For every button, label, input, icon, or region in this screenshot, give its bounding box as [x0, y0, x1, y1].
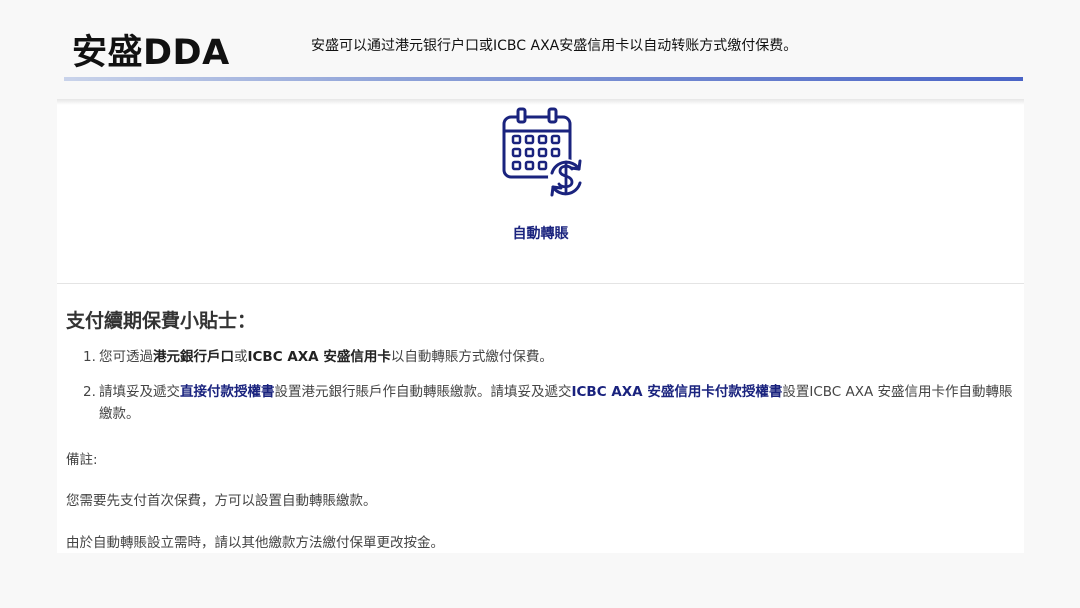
tips-heading: 支付續期保費小貼士：	[66, 310, 257, 332]
tip-bold-hkd-account: 港元銀行戶口	[153, 349, 234, 365]
tips-list: 1. 您可透過港元銀行戶口或ICBC AXA 安盛信用卡以自動轉賬方式繳付保費。…	[83, 346, 1023, 425]
tip-item-2: 2. 請填妥及遞交直接付款授權書設置港元銀行賬戶作自動轉賬繳款。請填妥及遞交IC…	[83, 381, 1023, 425]
tip-text: 以自動轉賬方式繳付保費。	[390, 349, 553, 365]
notes-label: 備註:	[66, 452, 98, 468]
slide-title: 安盛DDA	[72, 33, 230, 73]
tip-number: 1.	[83, 349, 96, 365]
calendar-dollar-autopay-icon	[499, 105, 589, 197]
note-deposit: 由於自動轉賬設立需時，請以其他繳款方法繳付保單更改按金。	[66, 535, 444, 551]
tip-bold-credit-card: ICBC AXA 安盛信用卡	[247, 349, 391, 365]
tip-text: 設置港元銀行賬戶作自動轉賬繳款。請填妥及遞交	[274, 384, 572, 400]
title-underline	[64, 77, 1023, 81]
section-divider	[57, 283, 1024, 284]
tip-text: 或	[234, 349, 248, 365]
embedded-webpage-screenshot: 自動轉賬 支付續期保費小貼士： 1. 您可透過港元銀行戶口或ICBC AXA 安…	[57, 99, 1024, 553]
credit-card-form-link[interactable]: ICBC AXA 安盛信用卡付款授權書	[572, 384, 783, 400]
slide-subtitle: 安盛可以通过港元银行户口或ICBC AXA安盛信用卡以自动转账方式缴付保费。	[311, 38, 798, 54]
tip-text: 請填妥及遞交	[99, 384, 180, 400]
tip-item-1: 1. 您可透過港元銀行戶口或ICBC AXA 安盛信用卡以自動轉賬方式繳付保費。	[83, 346, 1023, 368]
tip-text: 您可透過	[99, 349, 153, 365]
auto-transfer-label: 自動轉賬	[512, 226, 569, 242]
direct-debit-form-link[interactable]: 直接付款授權書	[180, 384, 275, 400]
tip-number: 2.	[83, 384, 96, 400]
note-first-premium: 您需要先支付首次保費，方可以設置自動轉賬繳款。	[66, 493, 377, 509]
